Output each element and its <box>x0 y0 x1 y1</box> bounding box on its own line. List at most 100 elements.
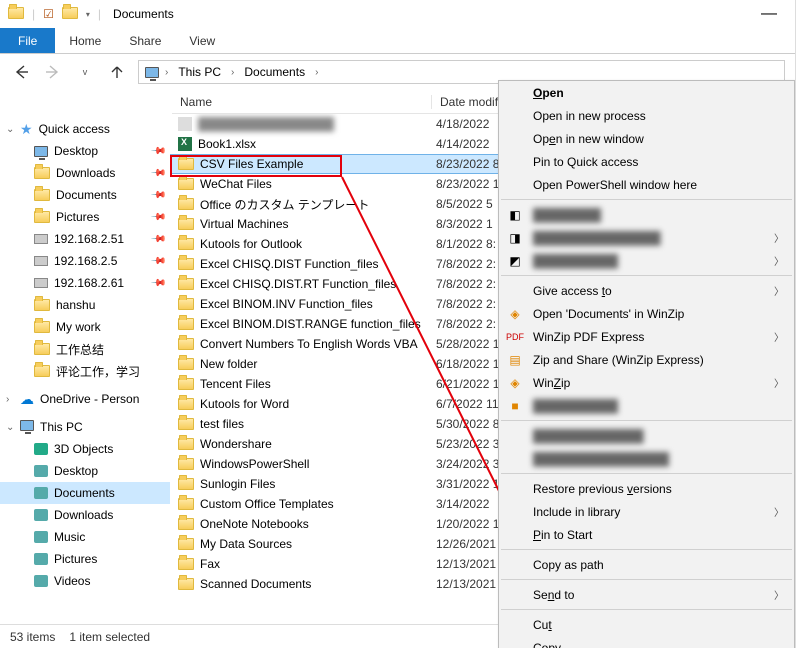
sidebar-item-label: 192.168.2.5 <box>54 254 117 268</box>
folder-icon <box>8 7 24 22</box>
pin-icon: 📌 <box>149 165 166 182</box>
qat-dropdown-icon[interactable]: ▾ <box>86 10 90 19</box>
folder-icon <box>34 167 50 179</box>
back-button[interactable] <box>10 61 32 83</box>
recent-dropdown-icon[interactable]: v <box>74 61 96 83</box>
menu-pin-quick-access[interactable]: Pin to Quick access <box>499 150 794 173</box>
sidebar-item[interactable]: 评论工作，学习 <box>0 360 170 382</box>
menu-send-to[interactable]: Send to〉 <box>499 583 794 606</box>
sidebar-item[interactable]: hanshu <box>0 294 170 316</box>
tab-file[interactable]: File <box>0 28 55 53</box>
network-drive-icon <box>34 278 48 288</box>
menu-open-new-process[interactable]: Open in new process <box>499 104 794 127</box>
menu-item-blurred[interactable]: ◩██████████〉 <box>499 249 794 272</box>
sidebar-item-label: 3D Objects <box>54 442 113 456</box>
sidebar-item[interactable]: 工作总结 <box>0 338 170 360</box>
forward-button[interactable] <box>42 61 64 83</box>
menu-zip-and-share[interactable]: ▤Zip and Share (WinZip Express) <box>499 348 794 371</box>
menu-open[interactable]: Open <box>499 81 794 104</box>
menu-item-blurred[interactable]: ■██████████ <box>499 394 794 417</box>
pin-icon: 📌 <box>149 275 166 292</box>
sidebar-item-label: Music <box>54 530 85 544</box>
monitor-icon <box>20 420 34 434</box>
submenu-arrow-icon: 〉 <box>774 587 784 602</box>
pin-icon: 📌 <box>149 231 166 248</box>
sidebar-item[interactable]: 192.168.2.61 📌 <box>0 272 170 294</box>
chevron-down-icon[interactable]: ⌄ <box>6 124 14 135</box>
file-name: Virtual Machines <box>200 217 289 231</box>
column-name[interactable]: Name <box>172 95 432 109</box>
sidebar-item[interactable]: 192.168.2.51📌 <box>0 228 170 250</box>
sidebar-item-label: Videos <box>54 574 90 588</box>
sidebar-item[interactable]: Documents📌 <box>0 184 170 206</box>
up-button[interactable] <box>106 61 128 83</box>
file-name: New folder <box>200 357 257 371</box>
properties-icon[interactable]: ☑ <box>43 7 54 21</box>
chevron-down-icon[interactable]: ⌄ <box>6 422 14 433</box>
menu-item-blurred[interactable]: ████████████████ <box>499 447 794 470</box>
sidebar-item[interactable]: 192.168.2.5📌 <box>0 250 170 272</box>
folder-icon <box>178 278 194 290</box>
sidebar-item-label: 192.168.2.61 <box>54 276 124 290</box>
menu-open-powershell[interactable]: Open PowerShell window here <box>499 173 794 196</box>
sidebar-onedrive[interactable]: › ☁ OneDrive - Person <box>0 388 170 410</box>
sidebar-item[interactable]: Documents <box>0 482 170 504</box>
sidebar-item-label: Desktop <box>54 144 98 158</box>
tab-home[interactable]: Home <box>55 28 115 53</box>
folder-icon <box>178 518 194 530</box>
navigation-pane: ⌄ ★ Quick access Desktop📌Downloads📌Docum… <box>0 114 170 648</box>
menu-cut[interactable]: Cut <box>499 613 794 636</box>
sidebar-item[interactable]: My work <box>0 316 170 338</box>
menu-copy-as-path[interactable]: Copy as path <box>499 553 794 576</box>
sidebar-item-label: My work <box>56 320 101 334</box>
submenu-arrow-icon: 〉 <box>774 230 784 245</box>
file-name: OneNote Notebooks <box>200 517 309 531</box>
sidebar-item[interactable]: Videos <box>0 570 170 592</box>
library-icon <box>34 509 48 521</box>
sidebar-item[interactable]: Desktop📌 <box>0 140 170 162</box>
menu-winzip[interactable]: ◈WinZip〉 <box>499 371 794 394</box>
menu-include-in-library[interactable]: Include in library〉 <box>499 500 794 523</box>
sidebar-item[interactable]: Pictures <box>0 548 170 570</box>
chevron-right-icon[interactable]: › <box>6 394 9 405</box>
menu-item-blurred[interactable]: ◧████████ <box>499 203 794 226</box>
menu-item-blurred[interactable]: ◨███████████████〉 <box>499 226 794 249</box>
sidebar-item[interactable]: Desktop <box>0 460 170 482</box>
sidebar-item[interactable]: 3D Objects <box>0 438 170 460</box>
sidebar-item[interactable]: Pictures📌 <box>0 206 170 228</box>
menu-restore-previous[interactable]: Restore previous versions <box>499 477 794 500</box>
menu-give-access-to[interactable]: Give access to〉 <box>499 279 794 302</box>
tab-share[interactable]: Share <box>115 28 175 53</box>
minimize-button[interactable]: — <box>751 5 787 23</box>
app-icon: ■ <box>507 398 523 414</box>
sidebar-item[interactable]: Downloads📌 <box>0 162 170 184</box>
folder-icon <box>178 298 194 310</box>
sidebar-item[interactable]: Downloads <box>0 504 170 526</box>
breadcrumb-documents[interactable]: Documents <box>240 65 309 79</box>
menu-winzip-pdf-express[interactable]: PDFWinZip PDF Express〉 <box>499 325 794 348</box>
folder-icon <box>178 438 194 450</box>
breadcrumb-this-pc[interactable]: This PC <box>174 65 225 79</box>
file-name: CSV Files Example <box>200 157 303 171</box>
divider: | <box>98 7 101 21</box>
chevron-right-icon[interactable]: › <box>163 67 170 78</box>
menu-item-blurred[interactable]: █████████████ <box>499 424 794 447</box>
menu-open-documents-winzip[interactable]: ◈Open 'Documents' in WinZip <box>499 302 794 325</box>
monitor-icon <box>34 146 48 157</box>
sidebar-this-pc[interactable]: ⌄ This PC <box>0 416 170 438</box>
tab-view[interactable]: View <box>175 28 229 53</box>
menu-open-new-window[interactable]: Open in new window <box>499 127 794 150</box>
submenu-arrow-icon: 〉 <box>774 504 784 519</box>
folder-icon <box>178 238 194 250</box>
file-name: WindowsPowerShell <box>200 457 309 471</box>
pdf-icon: PDF <box>507 329 523 345</box>
monitor-icon <box>145 67 159 78</box>
menu-copy[interactable]: Copy <box>499 636 794 648</box>
sidebar-item-label: 工作总结 <box>56 341 104 358</box>
menu-pin-to-start[interactable]: Pin to Start <box>499 523 794 546</box>
sidebar-quick-access[interactable]: ⌄ ★ Quick access <box>0 118 170 140</box>
file-name: Convert Numbers To English Words VBA <box>200 337 418 351</box>
chevron-right-icon[interactable]: › <box>229 67 236 78</box>
chevron-right-icon[interactable]: › <box>313 67 320 78</box>
sidebar-item[interactable]: Music <box>0 526 170 548</box>
